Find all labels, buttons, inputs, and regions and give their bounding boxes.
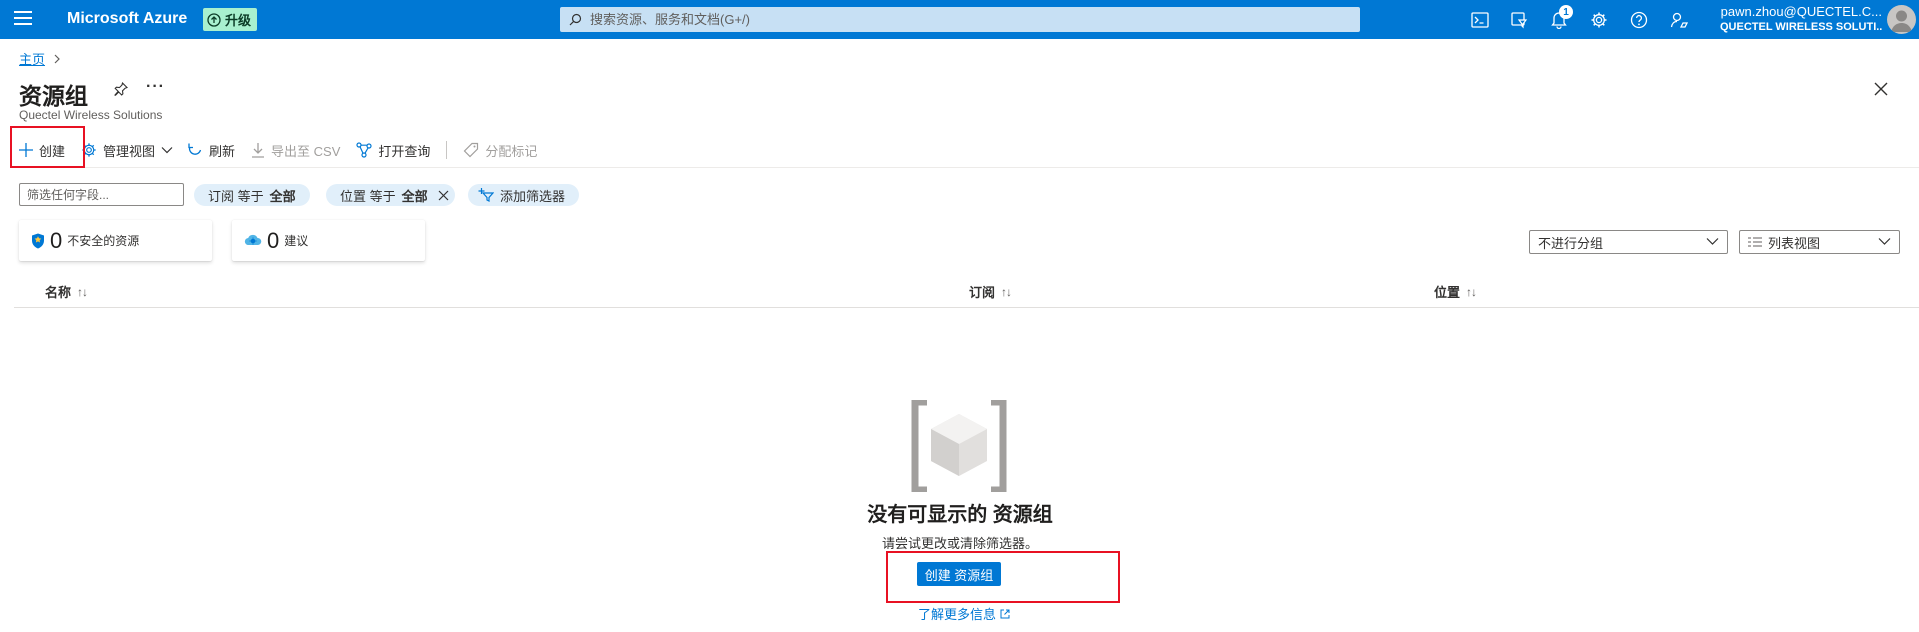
page-subtitle: Quectel Wireless Solutions: [19, 108, 163, 122]
avatar[interactable]: [1887, 5, 1916, 34]
settings-icon[interactable]: [1587, 8, 1611, 32]
add-filter-label: 添加筛选器: [500, 188, 566, 204]
open-query-button[interactable]: 打开查询: [356, 141, 430, 160]
column-subscription-label: 订阅: [969, 285, 996, 300]
tag-icon: [463, 142, 479, 158]
page-title: 资源组: [19, 83, 88, 109]
shield-icon: [31, 233, 45, 249]
grouping-dropdown[interactable]: 不进行分组: [1529, 230, 1728, 254]
chevron-down-icon: [1878, 237, 1891, 246]
search-icon: [569, 13, 582, 26]
location-filter-value: 全部: [401, 188, 428, 204]
top-bar: Microsoft Azure 升级 1 pawn.zhou@QUECTEL.C…: [0, 0, 1919, 39]
chevron-right-icon: [53, 54, 61, 64]
create-button-highlight: [10, 126, 85, 168]
column-header-name[interactable]: 名称 ↑↓: [45, 282, 88, 301]
breadcrumb: 主页: [19, 49, 61, 68]
breadcrumb-home[interactable]: 主页: [19, 49, 45, 68]
refresh-label: 刷新: [209, 143, 236, 159]
table-header-divider: [14, 307, 1919, 308]
empty-state-title: 没有可显示的 资源组: [867, 504, 1053, 526]
brand-link[interactable]: Microsoft Azure: [67, 10, 187, 28]
notifications-icon[interactable]: 1: [1547, 5, 1573, 32]
view-dropdown[interactable]: 列表视图: [1739, 230, 1900, 254]
download-icon: [251, 142, 265, 158]
close-icon[interactable]: [1874, 82, 1888, 96]
toolbar-divider-line: [14, 167, 1919, 168]
chevron-down-icon: [1706, 237, 1719, 246]
directory-filter-icon[interactable]: [1507, 8, 1531, 32]
insecure-resources-card[interactable]: 0 不安全的资源: [19, 220, 212, 261]
export-csv-button[interactable]: 导出至 CSV: [251, 141, 340, 160]
query-graph-icon: [356, 142, 372, 158]
sort-icon: ↑↓: [1466, 284, 1477, 299]
column-name-label: 名称: [45, 285, 72, 300]
export-csv-label: 导出至 CSV: [271, 143, 341, 159]
search-input[interactable]: [590, 12, 1290, 27]
grouping-value: 不进行分组: [1538, 235, 1604, 251]
advisor-cloud-icon: [244, 233, 262, 249]
subscription-filter-value: 全部: [269, 188, 296, 204]
upgrade-label: 升级: [225, 13, 252, 28]
cloud-shell-icon[interactable]: [1468, 8, 1492, 32]
global-search[interactable]: [560, 7, 1360, 32]
external-link-icon: [1000, 609, 1010, 619]
command-bar: 创建 管理视图 刷新 导出至 CSV 打开查询 分配标记: [19, 137, 553, 163]
chevron-down-icon: [161, 146, 173, 154]
help-icon[interactable]: [1627, 8, 1651, 32]
refresh-icon: [187, 142, 203, 158]
learn-more-label: 了解更多信息: [918, 607, 997, 622]
toolbar-divider: [446, 141, 448, 159]
create-resource-group-highlight: [886, 551, 1120, 603]
location-filter-pill[interactable]: 位置 等于 全部: [326, 184, 455, 206]
view-value: 列表视图: [1768, 235, 1821, 251]
subscription-filter-key: 订阅 等于: [208, 188, 264, 204]
learn-more-link[interactable]: 了解更多信息: [918, 604, 1010, 623]
feedback-icon[interactable]: [1667, 8, 1691, 32]
filter-input[interactable]: [19, 183, 184, 206]
upgrade-icon: [207, 12, 221, 27]
manage-view-button[interactable]: 管理视图: [81, 141, 173, 160]
more-options-icon[interactable]: ···: [146, 78, 165, 96]
recommend-count: 0: [267, 227, 280, 253]
sort-icon: ↑↓: [77, 284, 88, 299]
insecure-count: 0: [50, 227, 63, 253]
account-tenant: QUECTEL WIRELESS SOLUTI...: [1720, 21, 1882, 33]
add-filter-icon: [478, 188, 494, 202]
column-location-label: 位置: [1434, 285, 1461, 300]
location-filter-key: 位置 等于: [340, 188, 396, 204]
account-user: pawn.zhou@QUECTEL.C...: [1720, 4, 1882, 19]
refresh-button[interactable]: 刷新: [187, 141, 235, 160]
resource-group-icon: [911, 400, 1007, 492]
sort-icon: ↑↓: [1001, 284, 1012, 299]
assign-tags-button[interactable]: 分配标记: [463, 141, 537, 160]
open-query-label: 打开查询: [378, 143, 431, 159]
column-header-location[interactable]: 位置 ↑↓: [1434, 282, 1477, 301]
pin-icon[interactable]: [114, 82, 128, 97]
notification-badge: 1: [1559, 5, 1573, 19]
column-header-subscription[interactable]: 订阅 ↑↓: [969, 282, 1012, 301]
add-filter-button[interactable]: 添加筛选器: [468, 184, 580, 206]
empty-state-description: 请尝试更改或清除筛选器。: [881, 536, 1038, 551]
recommend-label: 建议: [284, 234, 309, 248]
recommendations-card[interactable]: 0 建议: [232, 220, 425, 261]
upgrade-button[interactable]: 升级: [203, 8, 258, 31]
insecure-label: 不安全的资源: [67, 234, 140, 248]
manage-view-label: 管理视图: [103, 143, 156, 159]
hamburger-icon[interactable]: [14, 11, 32, 27]
account-menu[interactable]: pawn.zhou@QUECTEL.C... QUECTEL WIRELESS …: [1720, 4, 1882, 33]
assign-tags-label: 分配标记: [485, 143, 538, 159]
list-view-icon: [1748, 237, 1762, 247]
subscription-filter-pill[interactable]: 订阅 等于 全部: [194, 184, 310, 206]
remove-filter-icon[interactable]: [438, 190, 449, 201]
